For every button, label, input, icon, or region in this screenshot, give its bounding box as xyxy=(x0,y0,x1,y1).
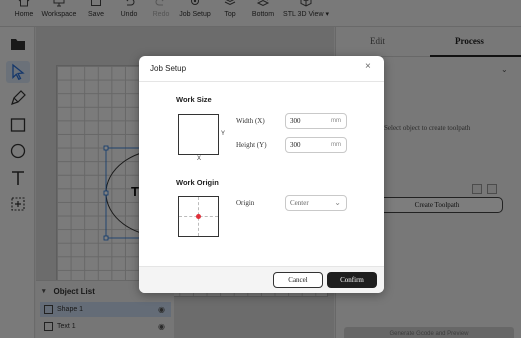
origin-select[interactable]: Center ⌄ xyxy=(285,195,347,211)
height-unit: mm xyxy=(331,142,341,148)
width-field[interactable]: mm xyxy=(285,113,347,129)
height-field[interactable]: mm xyxy=(285,137,347,153)
height-label: Height (Y) xyxy=(236,141,267,149)
work-origin-preview xyxy=(178,196,219,237)
origin-select-value: Center xyxy=(290,199,309,207)
cancel-button[interactable]: Cancel xyxy=(273,272,323,288)
chevron-down-icon: ⌄ xyxy=(334,198,341,207)
origin-label: Origin xyxy=(236,199,255,207)
dialog-divider xyxy=(139,81,384,82)
x-axis-label: X xyxy=(197,156,202,162)
confirm-button[interactable]: Confirm xyxy=(327,272,377,288)
width-unit: mm xyxy=(331,118,341,124)
origin-point xyxy=(196,214,201,219)
width-label: Width (X) xyxy=(236,117,265,125)
height-input[interactable] xyxy=(290,141,324,149)
y-axis-label: Y xyxy=(221,131,226,137)
work-size-preview xyxy=(178,114,219,155)
width-input[interactable] xyxy=(290,117,324,125)
dialog-title: Job Setup xyxy=(150,64,187,73)
job-setup-dialog: Job Setup × Work Size Y X Width (X) mm H… xyxy=(139,56,384,293)
work-origin-heading: Work Origin xyxy=(176,178,219,187)
work-size-heading: Work Size xyxy=(176,95,212,104)
close-icon[interactable]: × xyxy=(365,61,371,72)
